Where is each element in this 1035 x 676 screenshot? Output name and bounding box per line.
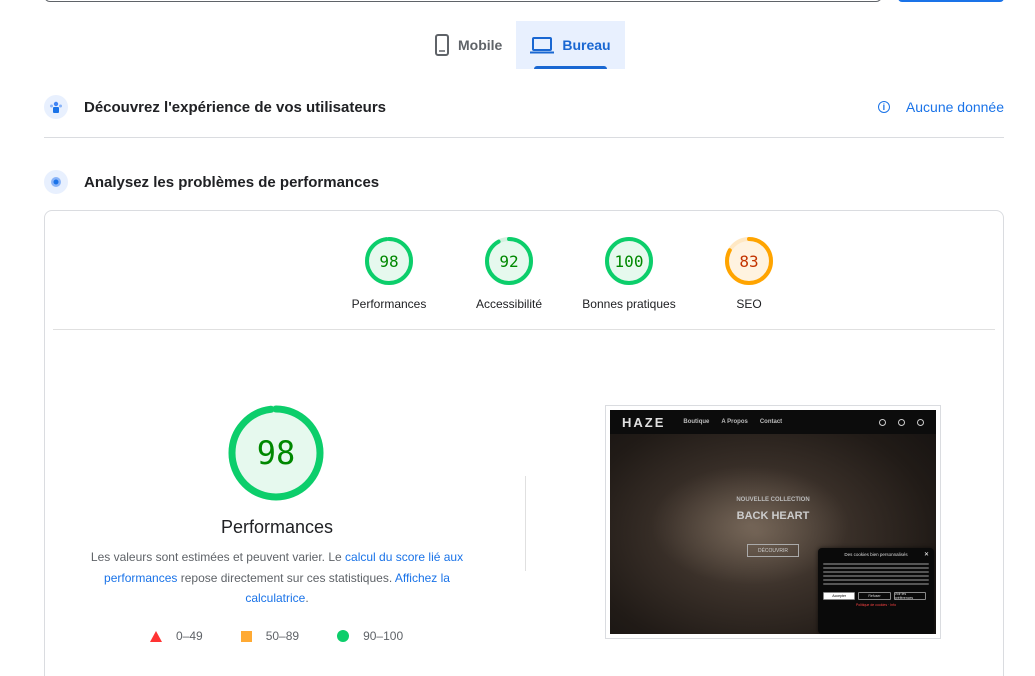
cookie-text-line bbox=[823, 571, 929, 573]
desc-text-3: . bbox=[305, 591, 309, 605]
gauge-score-accessibilite: 92 bbox=[499, 251, 519, 271]
report-card: 98 Performances 92 Accessibilité 100 Bon… bbox=[44, 210, 1004, 676]
card-divider bbox=[53, 329, 995, 330]
tab-mobile-label: Mobile bbox=[458, 37, 503, 53]
legend-poor-label: 0–49 bbox=[176, 629, 203, 643]
cookie-accept-button: Accepter bbox=[823, 592, 856, 600]
tab-mobile[interactable]: Mobile bbox=[420, 21, 516, 69]
screenshot-navbar: HAZE Boutique A Propos Contact bbox=[610, 410, 936, 434]
search-icon bbox=[879, 418, 886, 426]
legend-average-label: 50–89 bbox=[265, 629, 300, 643]
gauge-accessibilite[interactable]: 92 Accessibilité bbox=[449, 235, 569, 311]
no-data-indicator[interactable]: i Aucune donnée bbox=[877, 99, 1004, 115]
field-section-title: Découvrez l'expérience de vos utilisateu… bbox=[84, 98, 387, 116]
cookie-text-line bbox=[823, 563, 929, 565]
cookie-banner: ✕ Des cookies bien personnalisés Accepte… bbox=[818, 548, 934, 634]
cookie-preferences-button: Voir les préférences bbox=[893, 592, 926, 600]
page-screenshot[interactable]: HAZE Boutique A Propos Contact NOUVELLE … bbox=[605, 405, 941, 639]
hero-subtitle: NOUVELLE COLLECTION bbox=[736, 497, 810, 503]
laptop-icon bbox=[530, 37, 555, 54]
lab-data-section: Analysez les problèmes de performances bbox=[44, 169, 1004, 195]
main-gauge-score: 98 bbox=[256, 434, 296, 472]
legend-good: 90–100 bbox=[337, 629, 403, 643]
vertical-divider bbox=[525, 476, 526, 571]
field-data-section: Découvrez l'expérience de vos utilisateu… bbox=[44, 94, 1004, 120]
url-input[interactable] bbox=[44, 0, 882, 2]
legend-average: 50–89 bbox=[240, 629, 300, 643]
gauge-label-bonnes-pratiques: Bonnes pratiques bbox=[582, 297, 676, 311]
gauge-label-performances: Performances bbox=[351, 297, 427, 311]
device-tabs: Mobile Bureau bbox=[420, 21, 625, 69]
smartphone-icon bbox=[435, 34, 449, 56]
square-icon bbox=[240, 630, 252, 642]
cookie-text-line bbox=[823, 567, 929, 569]
users-icon bbox=[44, 95, 68, 119]
main-performance-gauge: 98 bbox=[228, 405, 324, 501]
nav-a-propos: A Propos bbox=[721, 419, 748, 425]
legend-poor: 0–49 bbox=[150, 629, 203, 643]
account-icon bbox=[917, 418, 924, 426]
desc-text-2: repose directement sur ces statistiques. bbox=[177, 570, 395, 585]
hero-title: BACK HEART bbox=[736, 510, 810, 522]
hero-button: DÉCOUVRIR bbox=[747, 544, 799, 557]
gauge-seo[interactable]: 83 SEO bbox=[689, 235, 809, 311]
tab-bureau-label: Bureau bbox=[562, 37, 611, 53]
gauge-performances[interactable]: 98 Performances bbox=[329, 235, 449, 311]
lab-flask-icon bbox=[44, 170, 68, 194]
cookie-text-line bbox=[823, 579, 929, 581]
tab-bureau[interactable]: Bureau bbox=[516, 21, 625, 69]
close-icon: ✕ bbox=[923, 552, 929, 558]
triangle-icon bbox=[150, 630, 162, 642]
cookie-policy-link: Politique de cookies · Info bbox=[855, 603, 897, 607]
score-legend: 0–49 50–89 90–100 bbox=[150, 629, 441, 643]
site-logo: HAZE bbox=[622, 414, 666, 430]
category-gauges: 98 Performances 92 Accessibilité 100 Bon… bbox=[329, 235, 809, 311]
gauge-score-seo: 83 bbox=[739, 251, 759, 271]
gauge-label-seo: SEO bbox=[736, 297, 762, 311]
no-data-label: Aucune donnée bbox=[905, 99, 1004, 115]
cookie-refuse-button: Refuser bbox=[858, 592, 891, 600]
info-icon: i bbox=[877, 101, 890, 113]
circle-icon bbox=[337, 630, 350, 642]
gauge-score-performances: 98 bbox=[379, 251, 399, 271]
screenshot-content: HAZE Boutique A Propos Contact NOUVELLE … bbox=[610, 410, 936, 634]
cookie-buttons: Accepter Refuser Voir les préférences bbox=[823, 592, 929, 600]
lab-section-title: Analysez les problèmes de performances bbox=[84, 173, 380, 191]
cart-icon bbox=[898, 418, 905, 426]
gauge-bonnes-pratiques[interactable]: 100 Bonnes pratiques bbox=[569, 235, 689, 311]
desc-text-1: Les valeurs sont estimées et peuvent var… bbox=[90, 550, 346, 564]
nav-boutique: Boutique bbox=[683, 419, 710, 425]
analyze-button[interactable] bbox=[898, 0, 1004, 2]
cookie-text-line bbox=[823, 583, 929, 585]
gauge-label-accessibilite: Accessibilité bbox=[475, 297, 543, 311]
nav-contact: Contact bbox=[759, 419, 783, 425]
score-description: Les valeurs sont estimées et peuvent var… bbox=[77, 547, 477, 609]
section-divider bbox=[44, 137, 1004, 138]
cookie-title: Des cookies bien personnalisés bbox=[844, 552, 908, 557]
legend-good-label: 90–100 bbox=[363, 629, 404, 643]
nav-icons bbox=[867, 418, 924, 426]
cookie-text-line bbox=[823, 575, 929, 577]
main-gauge-title: Performances bbox=[220, 517, 334, 537]
gauge-score-bonnes-pratiques: 100 bbox=[614, 251, 644, 271]
